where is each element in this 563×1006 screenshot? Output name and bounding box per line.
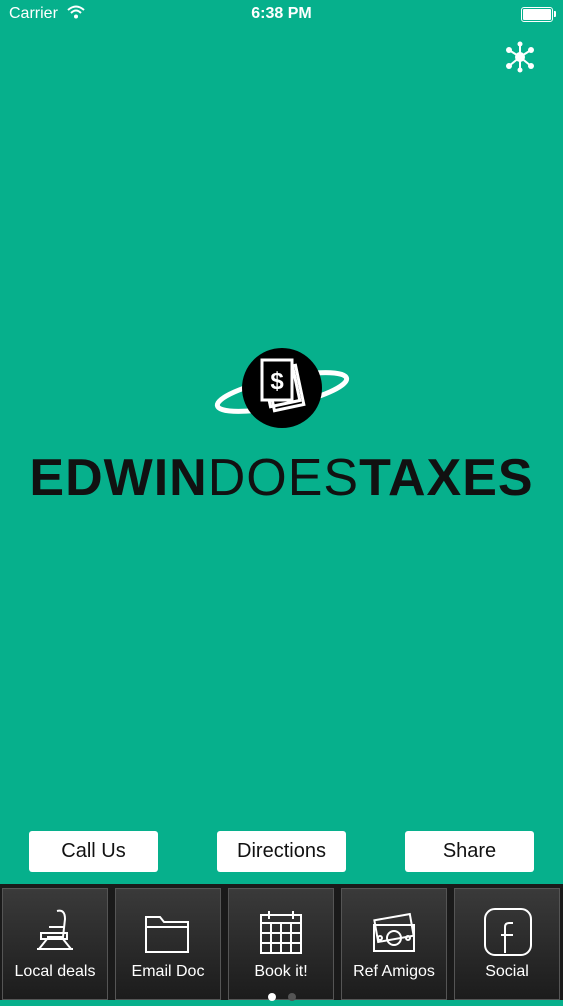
logo-word-does: DOES xyxy=(207,449,360,507)
battery-icon xyxy=(521,7,556,22)
tab-email-doc[interactable]: Email Doc xyxy=(115,888,221,1000)
status-time: 6:38 PM xyxy=(251,5,312,22)
tab-label: Local deals xyxy=(14,963,96,980)
action-buttons: Call Us Directions Share xyxy=(0,831,563,873)
share-button[interactable]: Share xyxy=(405,831,534,872)
tab-label: Ref Amigos xyxy=(353,963,435,980)
tab-label: Social xyxy=(485,963,529,980)
tab-label: Email Doc xyxy=(131,963,205,980)
money-orbit-logo-icon: $ xyxy=(214,348,350,428)
logo-word-taxes: TAXES xyxy=(359,449,534,507)
network-share-icon[interactable] xyxy=(503,40,537,74)
tab-bar: Local deals Email Doc Book it! Ref Amigo… xyxy=(0,884,563,1000)
directions-button[interactable]: Directions xyxy=(217,831,346,872)
folder-icon xyxy=(116,905,220,961)
facebook-icon xyxy=(455,905,559,961)
tab-local-deals[interactable]: Local deals xyxy=(2,888,108,1000)
calendar-icon xyxy=(229,905,333,961)
logo-word-edwin: EDWIN xyxy=(29,449,208,507)
page-indicator xyxy=(0,988,563,1006)
tab-label: Book it! xyxy=(254,963,308,980)
money-icon xyxy=(342,905,446,961)
dollar-symbol: $ xyxy=(270,368,284,395)
barber-chair-icon xyxy=(3,905,107,961)
edwin-does-taxes-logo: $ EDWINDOESTAXES xyxy=(0,340,563,510)
status-bar: Carrier 6:38 PM xyxy=(0,0,563,30)
tab-ref-amigos[interactable]: Ref Amigos xyxy=(341,888,447,1000)
logo-wordmark: EDWINDOESTAXES xyxy=(0,452,563,504)
tab-book-it[interactable]: Book it! xyxy=(228,888,334,1000)
tab-social[interactable]: Social xyxy=(454,888,560,1000)
call-us-button[interactable]: Call Us xyxy=(29,831,158,872)
